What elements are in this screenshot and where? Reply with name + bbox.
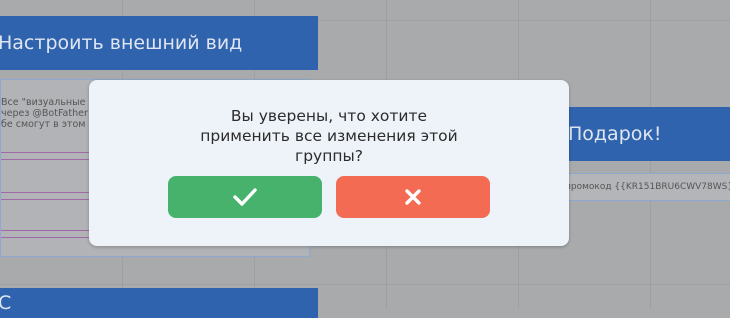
check-icon: [233, 188, 257, 206]
close-icon: [404, 188, 422, 206]
settings-card-text: Все "визуальные н через @BotFather бе см…: [1, 97, 95, 130]
settings-card-header[interactable]: Настроить внешний вид: [0, 16, 318, 70]
dialog-message: Вы уверены, что хотите применить все изм…: [200, 107, 458, 165]
confirm-dialog: Вы уверены, что хотите применить все изм…: [89, 80, 569, 246]
gift-card: Подарок! промокод {{KR151BRU6CWV78WS}: [560, 107, 730, 217]
promo-code-field[interactable]: промокод {{KR151BRU6CWV78WS}: [560, 173, 730, 201]
gift-card-title: Подарок!: [568, 122, 662, 145]
next-card-title: С: [0, 291, 12, 314]
settings-text-line: через @BotFather: [1, 108, 88, 119]
next-card-header[interactable]: С: [0, 288, 318, 318]
confirm-button[interactable]: [168, 176, 322, 218]
settings-card-title: Настроить внешний вид: [0, 31, 243, 54]
settings-text-line: Все "визуальные н: [1, 97, 95, 108]
gift-card-header[interactable]: Подарок!: [560, 107, 730, 161]
settings-text-line: бе смогут в этом п: [1, 119, 95, 130]
next-card: С: [0, 288, 318, 318]
cancel-button[interactable]: [336, 176, 490, 218]
